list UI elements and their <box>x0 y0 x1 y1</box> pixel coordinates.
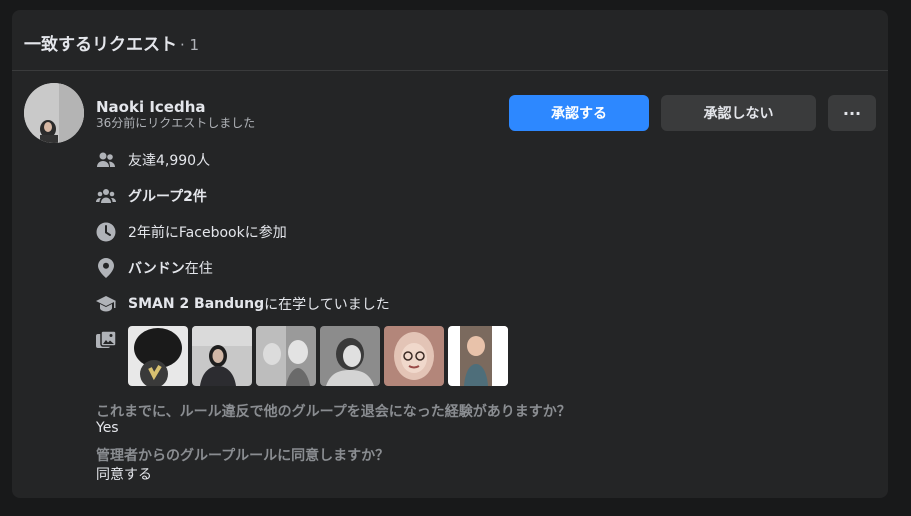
card-header: 一致するリクエスト · 1 <box>12 10 888 71</box>
groups-count-text: グループ2件 <box>128 189 207 205</box>
info-joined: 2年前にFacebookに参加 <box>96 221 287 243</box>
answer-2: 同意する <box>96 467 152 483</box>
info-location: バンドン 在住 <box>96 257 213 279</box>
question-2: 管理者からのグループルールに同意しますか？ <box>96 448 390 464</box>
friends-count-text: 友達4,990人 <box>128 153 211 169</box>
photo-thumbnail-5[interactable] <box>384 326 444 386</box>
joined-text: 2年前にFacebookに参加 <box>128 225 287 241</box>
photo-thumbnails <box>128 326 508 386</box>
photo-thumbnail-2[interactable] <box>192 326 252 386</box>
question-1: これまでに、ルール違反で他のグループを退会になった経験がありますか？ <box>96 404 571 420</box>
request-count: · 1 <box>180 36 200 54</box>
photo-thumbnail-3[interactable] <box>256 326 316 386</box>
info-friends: 友達4,990人 <box>96 149 210 171</box>
photo-thumbnail-6[interactable] <box>448 326 508 386</box>
answer-1: Yes <box>96 420 119 436</box>
more-options-button[interactable]: ··· <box>828 95 876 131</box>
request-card: 一致するリクエスト · 1 Naoki Icedha 36分前にリクエストしました… <box>12 10 888 498</box>
location-pin-icon <box>96 258 116 278</box>
info-school: SMAN 2 Bandung に在学していました <box>96 293 390 315</box>
approve-button[interactable]: 承認する <box>509 95 649 131</box>
photos-icon <box>96 330 117 351</box>
title-text: 一致するリクエスト <box>24 35 177 55</box>
page-title: 一致するリクエスト · 1 <box>24 30 199 55</box>
request-time: 36分前にリクエストしました <box>96 116 256 130</box>
graduation-cap-icon <box>96 294 116 314</box>
info-groups[interactable]: グループ2件 <box>96 185 207 207</box>
city-name[interactable]: バンドン <box>128 258 185 278</box>
school-name[interactable]: SMAN 2 Bandung <box>128 296 264 312</box>
clock-icon <box>96 222 116 242</box>
school-suffix: に在学していました <box>264 297 390 313</box>
avatar[interactable] <box>24 83 84 143</box>
photo-thumbnail-4[interactable] <box>320 326 380 386</box>
city-suffix: 在住 <box>184 261 213 277</box>
decline-button[interactable]: 承認しない <box>661 95 816 131</box>
groups-icon <box>96 186 116 206</box>
more-dots-icon: ··· <box>842 103 862 123</box>
photo-thumbnail-1[interactable] <box>128 326 188 386</box>
friends-icon <box>96 150 116 170</box>
